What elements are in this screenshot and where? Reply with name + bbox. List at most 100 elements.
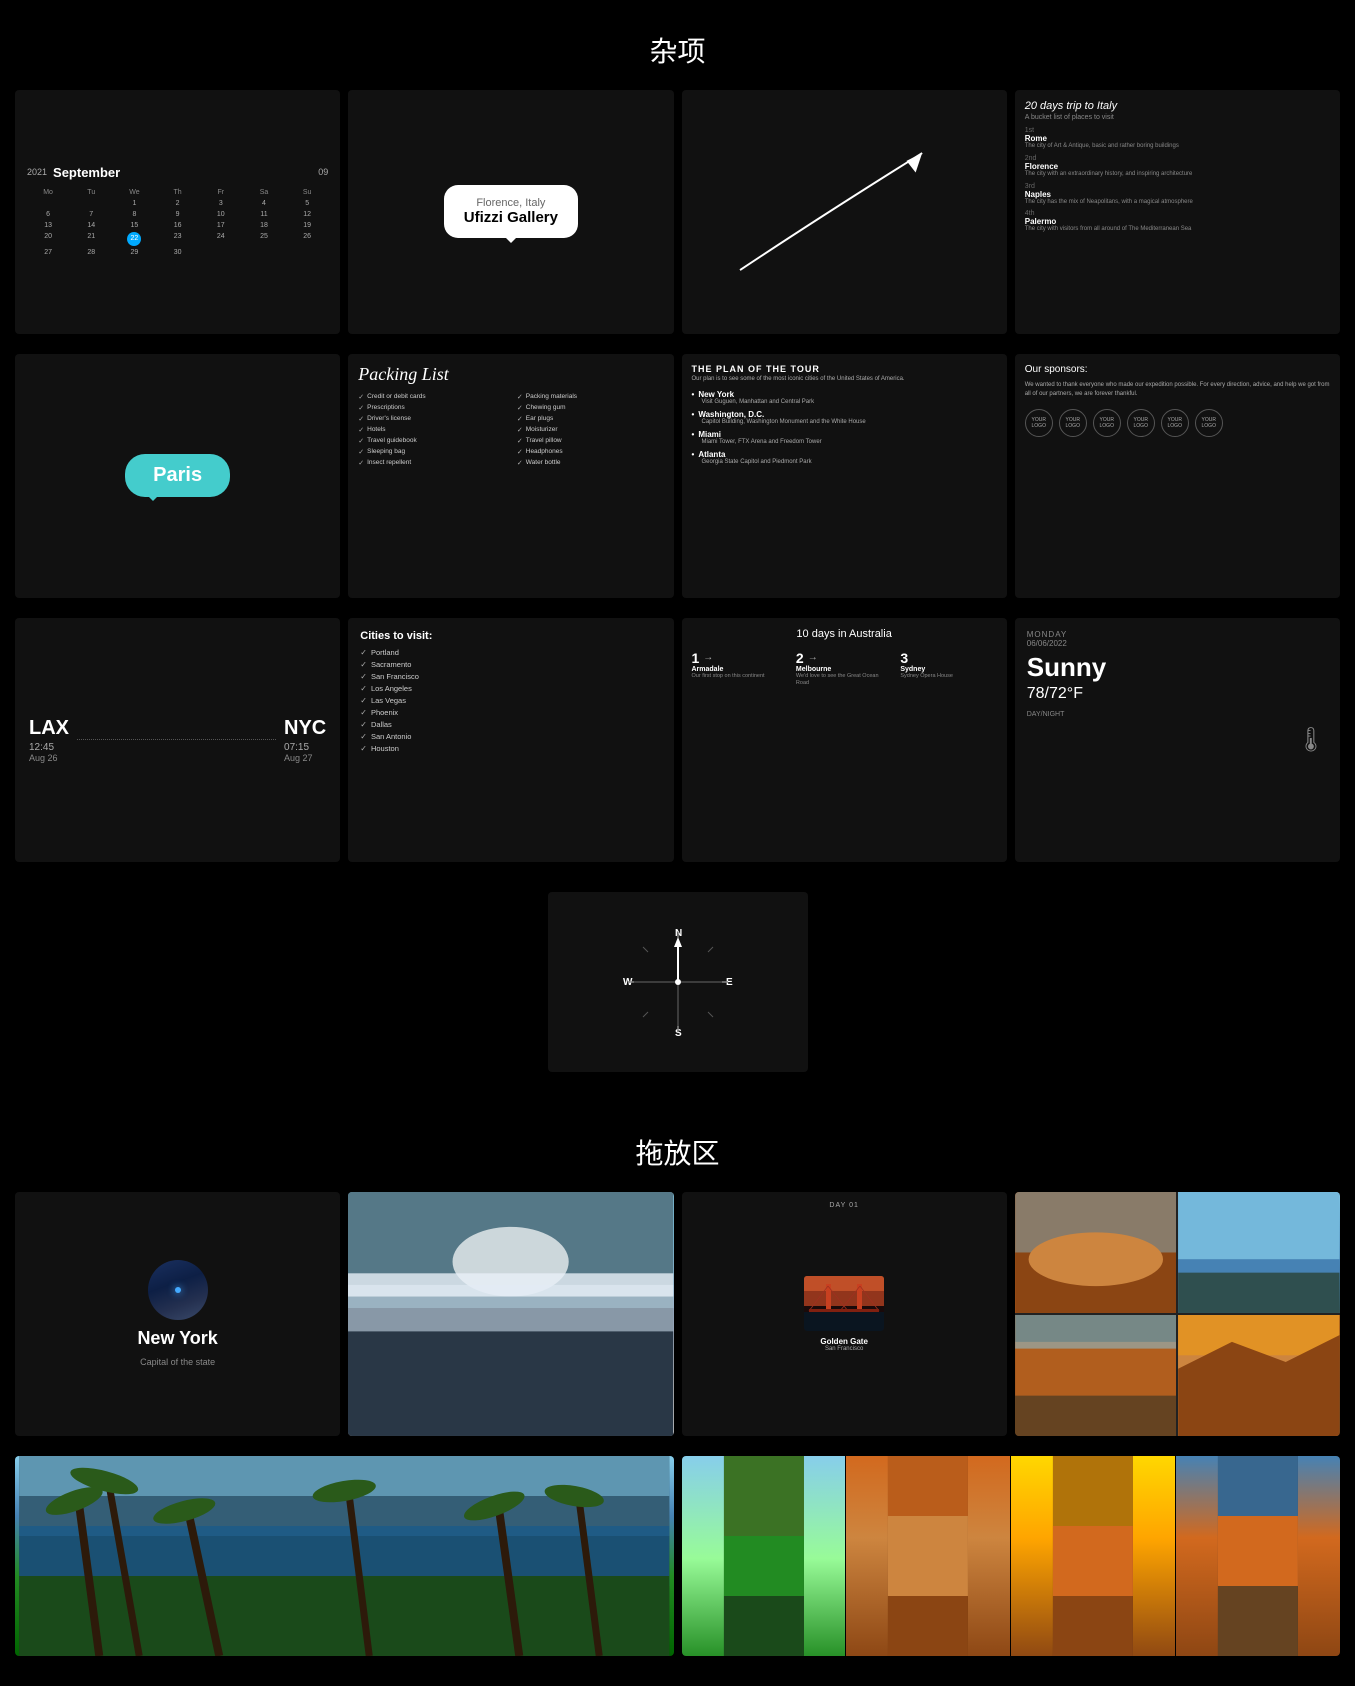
italy-item-3: 3rd Naples The city has the mix of Neapo…	[1025, 183, 1193, 207]
arrow-svg	[714, 114, 974, 309]
compass-section: N S E W	[0, 882, 1355, 1102]
flight-from-time: 12:45	[29, 742, 69, 753]
photo-cell-sky	[1178, 1192, 1340, 1313]
aus-step-1: 1 → Armadale Our first stop on this cont…	[692, 650, 788, 687]
pano-strip-4	[1176, 1456, 1340, 1656]
flight-from-date: Aug 26	[29, 753, 69, 763]
italy-title: 20 days trip to Italy	[1025, 100, 1117, 112]
cal-month: September	[53, 165, 120, 180]
hawaii-photo	[15, 1456, 674, 1656]
cal-header-sa: Sa	[243, 188, 285, 197]
italy-subtitle: A bucket list of places to visit	[1025, 114, 1114, 121]
weather-condition: Sunny	[1027, 652, 1106, 683]
italy-item-2: 2nd Florence The city with an extraordin…	[1025, 155, 1193, 179]
panorama-strips	[682, 1456, 1341, 1656]
tour-city-dc: Washington, D.C. Capitol Building, Washi…	[692, 410, 866, 425]
multi-photo-card	[1015, 1192, 1340, 1436]
cal-row-2: 6 7 8 9 10 11 12	[27, 210, 328, 219]
photo-cell-road	[1015, 1315, 1177, 1436]
packing-columns: ✓ Credit or debit cards ✓ Prescriptions …	[358, 393, 663, 470]
weather-date: 06/06/2022	[1027, 639, 1067, 648]
compass-card: N S E W	[548, 892, 808, 1072]
sponsor-logo-1: YOURLOGO	[1025, 409, 1053, 437]
tour-city-atlanta: Atlanta Georgia State Capitol and Piedmo…	[692, 450, 812, 465]
packing-col-1: ✓ Credit or debit cards ✓ Prescriptions …	[358, 393, 505, 470]
misc-grid-row3: LAX 12:45 Aug 26 NYC 07:15 Aug 27 Cities…	[0, 618, 1355, 882]
cal-year: 2021	[27, 167, 47, 177]
cal-row-3: 13 14 15 16 17 18 19	[27, 221, 328, 230]
sponsors-card: Our sponsors: We wanted to thank everyon…	[1015, 354, 1340, 598]
cal-header-fr: Fr	[200, 188, 242, 197]
golden-gate-card: DAY 01 Golden Gate	[682, 1192, 1007, 1436]
tour-subtitle: Our plan is to see some of the most icon…	[692, 376, 905, 382]
newyork-subtitle: Capital of the state	[140, 1357, 215, 1367]
paris-card: Paris	[15, 354, 340, 598]
multi-photo-grid	[1015, 1192, 1340, 1436]
italy-item-4: 4th Palermo The city with visitors from …	[1025, 210, 1192, 234]
italy-item-1: 1st Rome The city of Art & Antique, basi…	[1025, 127, 1179, 151]
cal-header-th: Th	[157, 188, 199, 197]
cities-card: Cities to visit: ✓Portland ✓Sacramento ✓…	[348, 618, 673, 862]
pano-strip-1	[682, 1456, 846, 1656]
sponsors-title: Our sponsors:	[1025, 364, 1088, 375]
australia-steps: 1 → Armadale Our first stop on this cont…	[692, 650, 997, 687]
gate-name: Golden Gate	[820, 1337, 868, 1346]
misc-grid-row2: Paris Packing List ✓ Credit or debit car…	[0, 354, 1355, 618]
arrow-card	[682, 90, 1007, 334]
aus-step-2: 2 → Melbourne We'd love to see the Great…	[796, 650, 892, 687]
pano-strip-2	[846, 1456, 1010, 1656]
panorama-photo	[682, 1456, 1341, 1656]
gate-image	[804, 1276, 884, 1331]
packing-col-2: ✓ Packing materials ✓ Chewing gum ✓ Ear …	[517, 393, 664, 470]
dropzone-grid-row1: New York Capital of the state DAY 01	[0, 1192, 1355, 1456]
thermometer-icon: 🌡	[1296, 725, 1326, 754]
flight-to-code: NYC	[284, 717, 326, 740]
dropzone-bottom-row	[0, 1456, 1355, 1686]
flight-destination: NYC 07:15 Aug 27	[284, 717, 326, 763]
florence-venue: Ufizzi Gallery	[464, 209, 558, 226]
sponsor-logo-5: YOURLOGO	[1161, 409, 1189, 437]
tour-card: THE PLAN OF THE TOUR Our plan is to see …	[682, 354, 1007, 598]
sponsor-logo-4: YOURLOGO	[1127, 409, 1155, 437]
gate-sublabel: San Francisco	[825, 1346, 863, 1352]
cal-header-mo: Mo	[27, 188, 69, 197]
tour-city-ny: New York Visit Guguen, Manhattan and Cen…	[692, 390, 815, 405]
sponsor-logo-2: YOURLOGO	[1059, 409, 1087, 437]
australia-title: 10 days in Australia	[692, 628, 997, 640]
packing-title: Packing List	[358, 364, 449, 385]
calendar-card: 2021 September 09 Mo Tu We Th Fr Sa Su 1…	[15, 90, 340, 334]
compass-svg: N S E W	[618, 922, 738, 1042]
photo-cell-desert	[1015, 1192, 1177, 1313]
newyork-circle	[148, 1260, 208, 1320]
packing-card: Packing List ✓ Credit or debit cards ✓ P…	[348, 354, 673, 598]
cal-dayofweek: 09	[318, 167, 328, 177]
paris-bubble: Paris	[125, 454, 230, 497]
flight-from-code: LAX	[29, 717, 69, 740]
cal-header-row: Mo Tu We Th Fr Sa Su	[27, 188, 328, 197]
flight-card: LAX 12:45 Aug 26 NYC 07:15 Aug 27	[15, 618, 340, 862]
florence-card: Florence, Italy Ufizzi Gallery	[348, 90, 673, 334]
flight-to-time: 07:15	[284, 742, 326, 753]
gate-day-label: DAY 01	[829, 1202, 858, 1209]
cal-header-tu: Tu	[70, 188, 112, 197]
photo-cell-canyon	[1178, 1315, 1340, 1436]
aus-step-3: 3 Sydney Sydney Opera House	[900, 650, 996, 687]
newyork-name: New York	[137, 1328, 217, 1349]
australia-card: 10 days in Australia 1 → Armadale Our fi…	[682, 618, 1007, 862]
pano-strip-3	[1011, 1456, 1175, 1656]
paris-label: Paris	[153, 464, 202, 486]
flight-to-date: Aug 27	[284, 753, 326, 763]
weather-temp: 78/72°F	[1027, 685, 1083, 703]
newyork-card: New York Capital of the state	[15, 1192, 340, 1436]
snow-photo-svg	[348, 1192, 673, 1436]
compass-inner: N S E W	[618, 922, 738, 1042]
cal-header-we: We	[113, 188, 155, 197]
sponsor-logo-6: YOURLOGO	[1195, 409, 1223, 437]
cal-header-su: Su	[286, 188, 328, 197]
cal-row-1: 1 2 3 4 5	[27, 199, 328, 208]
tour-city-miami: Miami Miami Tower, FTX Arena and Freedom…	[692, 430, 822, 445]
flight-dots	[77, 739, 276, 740]
weather-day: MONDAY	[1027, 630, 1068, 639]
sponsor-logo-3: YOURLOGO	[1093, 409, 1121, 437]
calendar-grid: Mo Tu We Th Fr Sa Su 1 2 3 4 5 6 7 8	[27, 188, 328, 259]
